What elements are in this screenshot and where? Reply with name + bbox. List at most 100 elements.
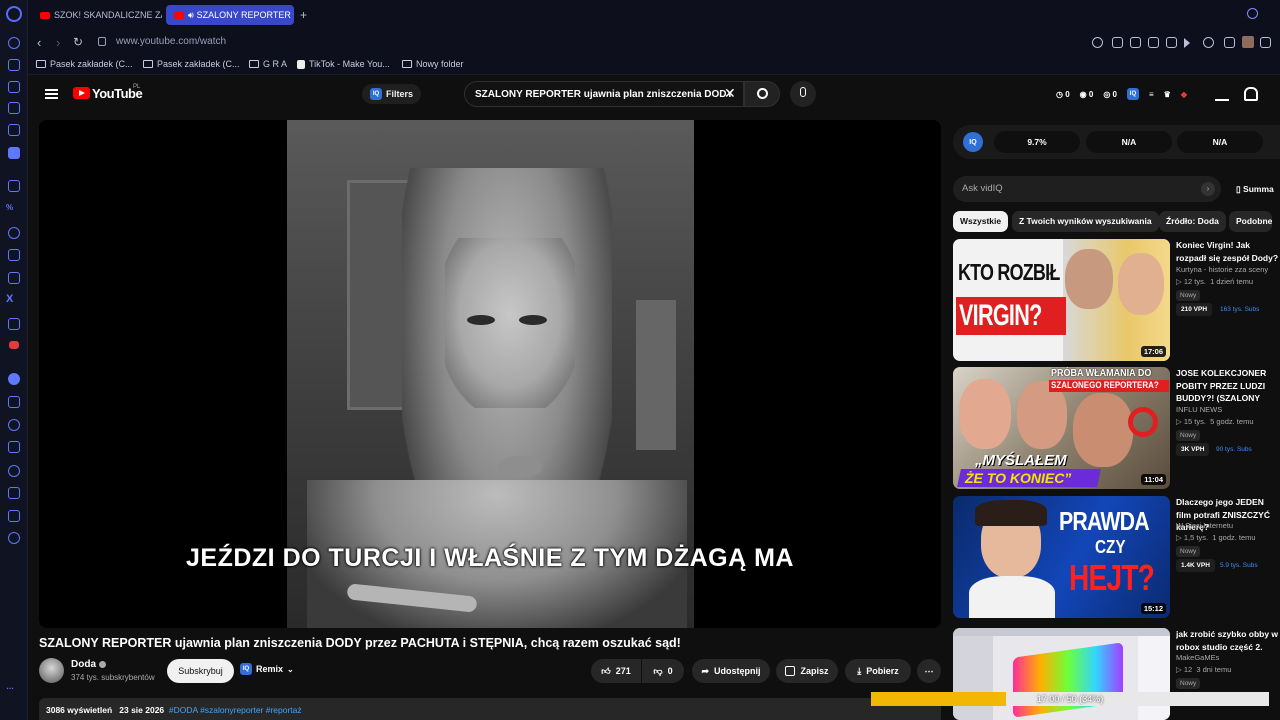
share-button[interactable]: ➦ Udostępnij: [692, 659, 770, 683]
send-icon[interactable]: [8, 396, 20, 408]
list-icon[interactable]: ≡: [1149, 90, 1154, 99]
chip-all[interactable]: Wszystkie: [953, 211, 1009, 232]
list-icon[interactable]: [8, 441, 20, 453]
heart-icon[interactable]: [8, 419, 20, 431]
channel-avatar[interactable]: [39, 658, 64, 683]
bell-slash-icon[interactable]: ◆: [1181, 90, 1187, 99]
url-field[interactable]: www.youtube.com/watch: [116, 36, 226, 47]
video-thumbnail[interactable]: PRÓBA WŁAMANIA DO SZALONEGO REPORTERA? „…: [953, 367, 1170, 489]
vidiq-stat[interactable]: N/A: [1086, 131, 1172, 153]
video-thumbnail[interactable]: [953, 628, 1170, 720]
lock-icon[interactable]: [98, 37, 106, 46]
stat-view[interactable]: ◎ 0: [1103, 90, 1117, 99]
description-box[interactable]: 3086 wyświetleń 23 sie 2026 #DODA #szalo…: [39, 698, 941, 720]
messenger-icon[interactable]: [8, 227, 20, 239]
discord-icon[interactable]: [8, 249, 20, 261]
remix-button[interactable]: IQ Remix ⌄: [240, 663, 294, 675]
chip-similar[interactable]: Podobne: [1229, 211, 1273, 232]
channel-name[interactable]: Doda: [71, 659, 106, 670]
video-thumbnail[interactable]: KTO ROZBIŁ VIRGIN? 17:06: [953, 239, 1170, 361]
pin-icon[interactable]: [1112, 37, 1123, 48]
player-icon[interactable]: [8, 147, 20, 159]
new-tab-button[interactable]: +: [300, 8, 307, 22]
zoom-icon[interactable]: [1092, 37, 1103, 48]
bag-icon[interactable]: [8, 102, 20, 114]
profile-avatar[interactable]: [1242, 36, 1254, 48]
filters-button[interactable]: IQ Filters: [362, 84, 422, 104]
chip-from-search[interactable]: Z Twoich wyników wyszukiwania: [1012, 211, 1159, 232]
tab-active[interactable]: 🔊︎ SZALONY REPORTER u: [166, 5, 294, 25]
telegram-icon[interactable]: [8, 318, 20, 330]
extension-red-icon[interactable]: [9, 341, 19, 349]
bookmarks-icon[interactable]: [8, 81, 20, 93]
recommendation-channel[interactable]: Kurtyna - historie zza sceny: [1176, 265, 1268, 274]
downloads-icon[interactable]: [8, 487, 20, 499]
reload-button[interactable]: ↻: [73, 35, 83, 49]
clear-search-icon[interactable]: ✕: [724, 85, 736, 102]
video-player[interactable]: JEŹDZI DO TURCJI I WŁAŚNIE Z TYM DŻAGĄ M…: [39, 120, 941, 628]
summary-button[interactable]: ▯ Summa: [1236, 184, 1274, 195]
voice-search-button[interactable]: [790, 81, 816, 107]
trophy-icon[interactable]: ♛: [1164, 90, 1171, 99]
vidiq-icon[interactable]: IQ: [1126, 88, 1139, 100]
recommendation-title[interactable]: Koniec Virgin! Jak rozpadł się zespół Do…: [1176, 239, 1280, 264]
x-icon[interactable]: X: [6, 293, 13, 305]
subscribe-button[interactable]: Subskrybuj: [167, 659, 234, 683]
snapshot-icon[interactable]: [1130, 37, 1141, 48]
heart-icon[interactable]: [1203, 37, 1214, 48]
speed-dial-icon[interactable]: [8, 59, 20, 71]
recommendation-item[interactable]: PRAWDA CZY HEJT? 15:12 Dlaczego jego JED…: [953, 496, 1280, 618]
extensions-icon[interactable]: [1224, 37, 1235, 48]
bookmark-item[interactable]: Pasek zakładek (C...: [143, 59, 240, 69]
opera-logo-icon[interactable]: [6, 6, 22, 22]
download-button[interactable]: ⤓ Pobierz: [845, 659, 911, 683]
spotify-icon[interactable]: [8, 373, 20, 385]
send-arrow-icon[interactable]: ›: [1201, 182, 1215, 196]
search-input[interactable]: SZALONY REPORTER ujawnia plan zniszczeni…: [464, 81, 744, 107]
vidiq-stat[interactable]: 9.7%: [994, 131, 1080, 153]
notifications-bell-icon[interactable]: [1244, 87, 1258, 101]
more-actions-button[interactable]: ⋯: [917, 659, 941, 683]
bookmark-item[interactable]: TikTok - Make You...: [297, 59, 390, 69]
recommendation-channel[interactable]: W Sieci Internetu: [1176, 521, 1233, 530]
vidiq-logo-icon[interactable]: IQ: [963, 132, 983, 152]
hashtags[interactable]: #DODA #szalonyreporter #reportaż: [169, 705, 302, 715]
extensions-icon[interactable]: [8, 510, 20, 522]
bookmark-item[interactable]: G R A: [249, 59, 287, 69]
tab-inactive[interactable]: SZOK! SKANDALICZNE ZA: [32, 5, 162, 25]
recommendation-item[interactable]: PRÓBA WŁAMANIA DO SZALONEGO REPORTERA? „…: [953, 367, 1280, 489]
dislike-button[interactable]: 👎︎ 0: [642, 659, 684, 683]
download-icon[interactable]: [1260, 37, 1271, 48]
back-button[interactable]: ‹: [37, 35, 41, 50]
history-icon[interactable]: [8, 465, 20, 477]
recommendation-channel[interactable]: MakeGaMEs: [1176, 653, 1219, 662]
recommendation-item[interactable]: KTO ROZBIŁ VIRGIN? 17:06 Koniec Virgin! …: [953, 239, 1280, 361]
chip-source-doda[interactable]: Źródło: Doda: [1159, 211, 1226, 232]
shield-icon[interactable]: [1148, 37, 1159, 48]
video-thumbnail[interactable]: PRAWDA CZY HEJT? 15:12: [953, 496, 1170, 618]
recommendation-item[interactable]: jak zrobić szybko obby w robox studio cz…: [953, 628, 1280, 720]
menu-icon[interactable]: [45, 89, 58, 99]
stat-clock[interactable]: ◷ 0: [1056, 90, 1070, 99]
tab-search-icon[interactable]: [1247, 8, 1258, 19]
recommendation-title[interactable]: JOSE KOLEKCJONER POBITY PRZEZ LUDZI BUDD…: [1176, 367, 1280, 405]
workspace-icon[interactable]: [8, 124, 20, 136]
like-button[interactable]: 👍︎ 271: [591, 659, 641, 683]
bookmark-item[interactable]: Nowy folder: [402, 59, 464, 69]
bookmark-item[interactable]: Pasek zakładek (C...: [36, 59, 133, 69]
twitch-icon[interactable]: [8, 180, 20, 192]
aria-icon[interactable]: [8, 37, 20, 49]
settings-icon[interactable]: [8, 532, 20, 544]
ask-vidiq-input[interactable]: Ask vidIQ ›: [953, 176, 1221, 202]
stat-eye[interactable]: ◉ 0: [1080, 90, 1094, 99]
search-button[interactable]: [744, 81, 780, 107]
upload-icon[interactable]: [1215, 87, 1229, 101]
instagram-icon[interactable]: [8, 272, 20, 284]
vidiq-stat[interactable]: N/A: [1177, 131, 1263, 153]
camera-icon[interactable]: [1166, 37, 1177, 48]
youtube-logo-icon[interactable]: [73, 87, 90, 99]
forward-button[interactable]: ›: [56, 35, 60, 50]
recommendation-channel[interactable]: INFLU NEWS: [1176, 405, 1222, 414]
recommendation-title[interactable]: jak zrobić szybko obby w robox studio cz…: [1176, 628, 1280, 653]
play-icon[interactable]: [1184, 38, 1190, 48]
